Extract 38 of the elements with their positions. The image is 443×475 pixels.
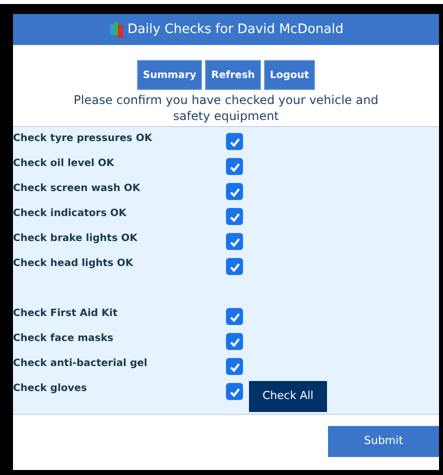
check-label: Check indicators OK — [13, 207, 128, 221]
check-label: Check First Aid Kit — [13, 307, 118, 321]
checkbox[interactable] — [226, 158, 243, 175]
checkbox[interactable] — [226, 183, 243, 200]
nav-button[interactable]: Summary — [136, 60, 202, 90]
page-title: Daily Checks for David McDonald — [128, 20, 344, 39]
checkmark-icon — [228, 360, 240, 372]
nav-button[interactable]: Logout — [264, 60, 316, 90]
checkmark-icon — [228, 210, 240, 222]
checkmark-icon — [228, 310, 240, 322]
check-label: Check gloves — [13, 382, 88, 396]
checkbox[interactable] — [226, 383, 243, 400]
checkmark-icon — [228, 236, 240, 248]
bar-chart-icon — [108, 20, 124, 38]
checkbox[interactable] — [226, 333, 243, 350]
checkmark-icon — [228, 186, 240, 198]
check-label: Check head lights OK — [13, 257, 134, 271]
check-label: Check screen wash OK — [13, 182, 142, 196]
check-label: Check anti-bacterial gel — [13, 357, 148, 371]
checkmark-icon — [228, 136, 240, 148]
checkmark-icon — [228, 160, 240, 172]
checkbox[interactable] — [226, 358, 243, 375]
checkbox[interactable] — [226, 133, 243, 150]
nav-button[interactable]: Refresh — [205, 60, 261, 90]
checkbox[interactable] — [226, 258, 243, 275]
checkmark-icon — [228, 386, 240, 398]
check-label: Check oil level OK — [13, 157, 116, 171]
checkbox[interactable] — [226, 233, 243, 250]
checkmark-icon — [228, 260, 240, 272]
check-label: Check face masks — [13, 332, 114, 346]
checkbox[interactable] — [226, 308, 243, 325]
submit-button[interactable]: Submit — [328, 426, 439, 457]
check-label: Check tyre pressures OK — [13, 132, 154, 146]
instruction-text: Please confirm you have checked your vehicle and safety equipment — [72, 92, 380, 124]
check-label: Check brake lights OK — [13, 232, 138, 246]
checkbox[interactable] — [226, 208, 243, 225]
checkmark-icon — [228, 336, 240, 348]
check-all-button[interactable]: Check All — [249, 381, 327, 412]
